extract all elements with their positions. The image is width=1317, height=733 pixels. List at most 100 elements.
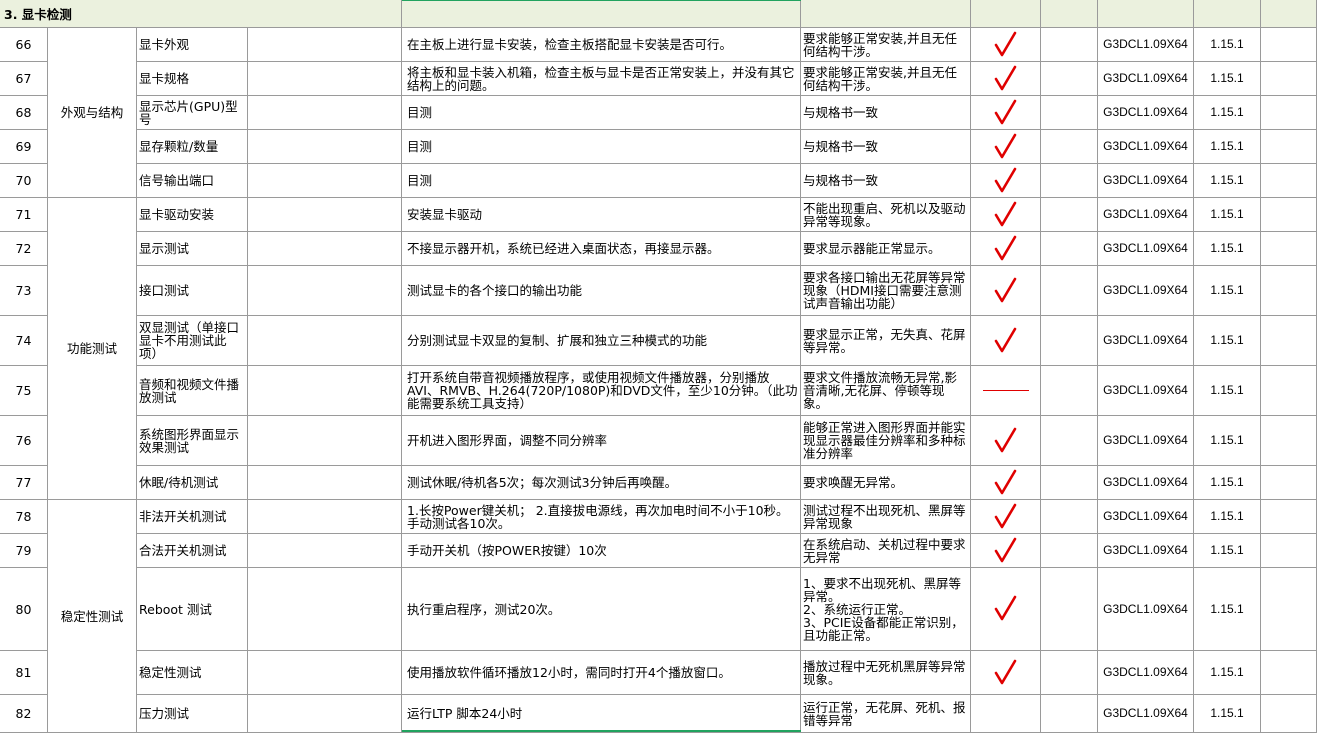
requirement-cell[interactable]: 1、要求不出现死机、黑屏等异常。 2、系统运行正常。 3、PCIE设备都能正常识… <box>801 568 971 651</box>
test-item-cell[interactable]: 双显测试（单接口显卡不用测试此项） <box>137 316 248 366</box>
version-cell[interactable]: 1.15.1 <box>1194 266 1261 316</box>
version-cell[interactable]: 1.15.1 <box>1194 500 1261 534</box>
requirement-cell[interactable]: 在系统启动、关机过程中要求无异常 <box>801 534 971 568</box>
empty-cell[interactable] <box>1041 695 1098 733</box>
empty-cell[interactable] <box>1261 534 1317 568</box>
test-method-cell[interactable]: 测试休眠/待机各5次；每次测试3分钟后再唤醒。 <box>402 466 801 500</box>
row-number-cell[interactable]: 67 <box>0 62 48 96</box>
version-cell[interactable]: 1.15.1 <box>1194 96 1261 130</box>
version-cell[interactable]: 1.15.1 <box>1194 366 1261 416</box>
bios-version-cell[interactable]: G3DCL1.09X64 <box>1098 416 1194 466</box>
version-cell[interactable]: 1.15.1 <box>1194 651 1261 695</box>
empty-cell[interactable] <box>248 466 402 500</box>
result-cell[interactable] <box>971 534 1041 568</box>
row-number-cell[interactable]: 80 <box>0 568 48 651</box>
test-method-cell[interactable]: 1.长按Power键关机； 2.直接拔电源线，再次加电时间不小于10秒。 手动测… <box>402 500 801 534</box>
test-method-cell[interactable]: 使用播放软件循环播放12小时，需同时打开4个播放窗口。 <box>402 651 801 695</box>
result-cell[interactable] <box>971 316 1041 366</box>
category-cell[interactable]: 功能测试 <box>48 198 137 500</box>
row-number-cell[interactable]: 72 <box>0 232 48 266</box>
empty-cell[interactable] <box>1261 651 1317 695</box>
row-number-cell[interactable]: 81 <box>0 651 48 695</box>
row-number-cell[interactable]: 78 <box>0 500 48 534</box>
empty-cell[interactable] <box>1261 96 1317 130</box>
test-item-cell[interactable]: 非法开关机测试 <box>137 500 248 534</box>
empty-cell[interactable] <box>1261 198 1317 232</box>
bios-version-cell[interactable]: G3DCL1.09X64 <box>1098 500 1194 534</box>
empty-cell[interactable] <box>1261 500 1317 534</box>
test-item-cell[interactable]: 稳定性测试 <box>137 651 248 695</box>
empty-cell[interactable] <box>248 232 402 266</box>
version-cell[interactable]: 1.15.1 <box>1194 466 1261 500</box>
empty-cell[interactable] <box>1261 366 1317 416</box>
empty-cell[interactable] <box>248 695 402 733</box>
row-number-cell[interactable]: 73 <box>0 266 48 316</box>
empty-cell[interactable] <box>248 198 402 232</box>
version-cell[interactable]: 1.15.1 <box>1194 28 1261 62</box>
test-item-cell[interactable]: 显卡驱动安装 <box>137 198 248 232</box>
row-number-cell[interactable]: 69 <box>0 130 48 164</box>
empty-cell[interactable] <box>248 164 402 198</box>
test-method-cell[interactable]: 将主板和显卡装入机箱，检查主板与显卡是否正常安装上，并没有其它结构上的问题。 <box>402 62 801 96</box>
empty-cell[interactable] <box>1261 695 1317 733</box>
empty-cell[interactable] <box>1261 164 1317 198</box>
row-number-cell[interactable]: 71 <box>0 198 48 232</box>
category-cell[interactable]: 稳定性测试 <box>48 500 137 733</box>
requirement-cell[interactable]: 能够正常进入图形界面并能实现显示器最佳分辨率和多种标准分辨率 <box>801 416 971 466</box>
test-item-cell[interactable]: 音频和视频文件播放测试 <box>137 366 248 416</box>
result-cell[interactable] <box>971 651 1041 695</box>
test-item-cell[interactable]: Reboot 测试 <box>137 568 248 651</box>
test-item-cell[interactable]: 信号输出端口 <box>137 164 248 198</box>
empty-cell[interactable] <box>248 266 402 316</box>
empty-cell[interactable] <box>1041 130 1098 164</box>
section-header-cell[interactable] <box>1098 0 1194 28</box>
empty-cell[interactable] <box>1261 466 1317 500</box>
empty-cell[interactable] <box>1041 500 1098 534</box>
empty-cell[interactable] <box>1041 568 1098 651</box>
empty-cell[interactable] <box>1261 28 1317 62</box>
empty-cell[interactable] <box>1261 568 1317 651</box>
empty-cell[interactable] <box>1041 198 1098 232</box>
test-item-cell[interactable]: 压力测试 <box>137 695 248 733</box>
bios-version-cell[interactable]: G3DCL1.09X64 <box>1098 198 1194 232</box>
requirement-cell[interactable]: 要求能够正常安装,并且无任何结构干涉。 <box>801 62 971 96</box>
result-cell[interactable] <box>971 500 1041 534</box>
test-item-cell[interactable]: 显卡外观 <box>137 28 248 62</box>
bios-version-cell[interactable]: G3DCL1.09X64 <box>1098 28 1194 62</box>
result-cell[interactable] <box>971 28 1041 62</box>
empty-cell[interactable] <box>1261 130 1317 164</box>
empty-cell[interactable] <box>248 651 402 695</box>
test-method-cell[interactable]: 打开系统自带音视频播放程序，或使用视频文件播放器，分别播放AVI、RMVB、H.… <box>402 366 801 416</box>
bios-version-cell[interactable]: G3DCL1.09X64 <box>1098 164 1194 198</box>
test-item-cell[interactable]: 显卡规格 <box>137 62 248 96</box>
bios-version-cell[interactable]: G3DCL1.09X64 <box>1098 96 1194 130</box>
empty-cell[interactable] <box>248 62 402 96</box>
test-method-cell[interactable]: 目测 <box>402 164 801 198</box>
test-item-cell[interactable]: 接口测试 <box>137 266 248 316</box>
category-cell[interactable]: 外观与结构 <box>48 28 137 198</box>
empty-cell[interactable] <box>1261 232 1317 266</box>
bios-version-cell[interactable]: G3DCL1.09X64 <box>1098 466 1194 500</box>
row-number-cell[interactable]: 77 <box>0 466 48 500</box>
result-cell[interactable] <box>971 198 1041 232</box>
empty-cell[interactable] <box>248 500 402 534</box>
requirement-cell[interactable]: 测试过程不出现死机、黑屏等异常现象 <box>801 500 971 534</box>
requirement-cell[interactable]: 播放过程中无死机黑屏等异常现象。 <box>801 651 971 695</box>
empty-cell[interactable] <box>248 130 402 164</box>
test-method-cell[interactable]: 执行重启程序，测试20次。 <box>402 568 801 651</box>
empty-cell[interactable] <box>1261 62 1317 96</box>
empty-cell[interactable] <box>1041 62 1098 96</box>
result-cell[interactable] <box>971 232 1041 266</box>
test-method-cell[interactable]: 运行LTP 脚本24小时 <box>402 695 801 733</box>
version-cell[interactable]: 1.15.1 <box>1194 198 1261 232</box>
row-number-cell[interactable]: 70 <box>0 164 48 198</box>
empty-cell[interactable] <box>1261 416 1317 466</box>
version-cell[interactable]: 1.15.1 <box>1194 164 1261 198</box>
bios-version-cell[interactable]: G3DCL1.09X64 <box>1098 62 1194 96</box>
version-cell[interactable]: 1.15.1 <box>1194 416 1261 466</box>
empty-cell[interactable] <box>248 316 402 366</box>
empty-cell[interactable] <box>248 568 402 651</box>
row-number-cell[interactable]: 66 <box>0 28 48 62</box>
empty-cell[interactable] <box>1041 266 1098 316</box>
bios-version-cell[interactable]: G3DCL1.09X64 <box>1098 651 1194 695</box>
